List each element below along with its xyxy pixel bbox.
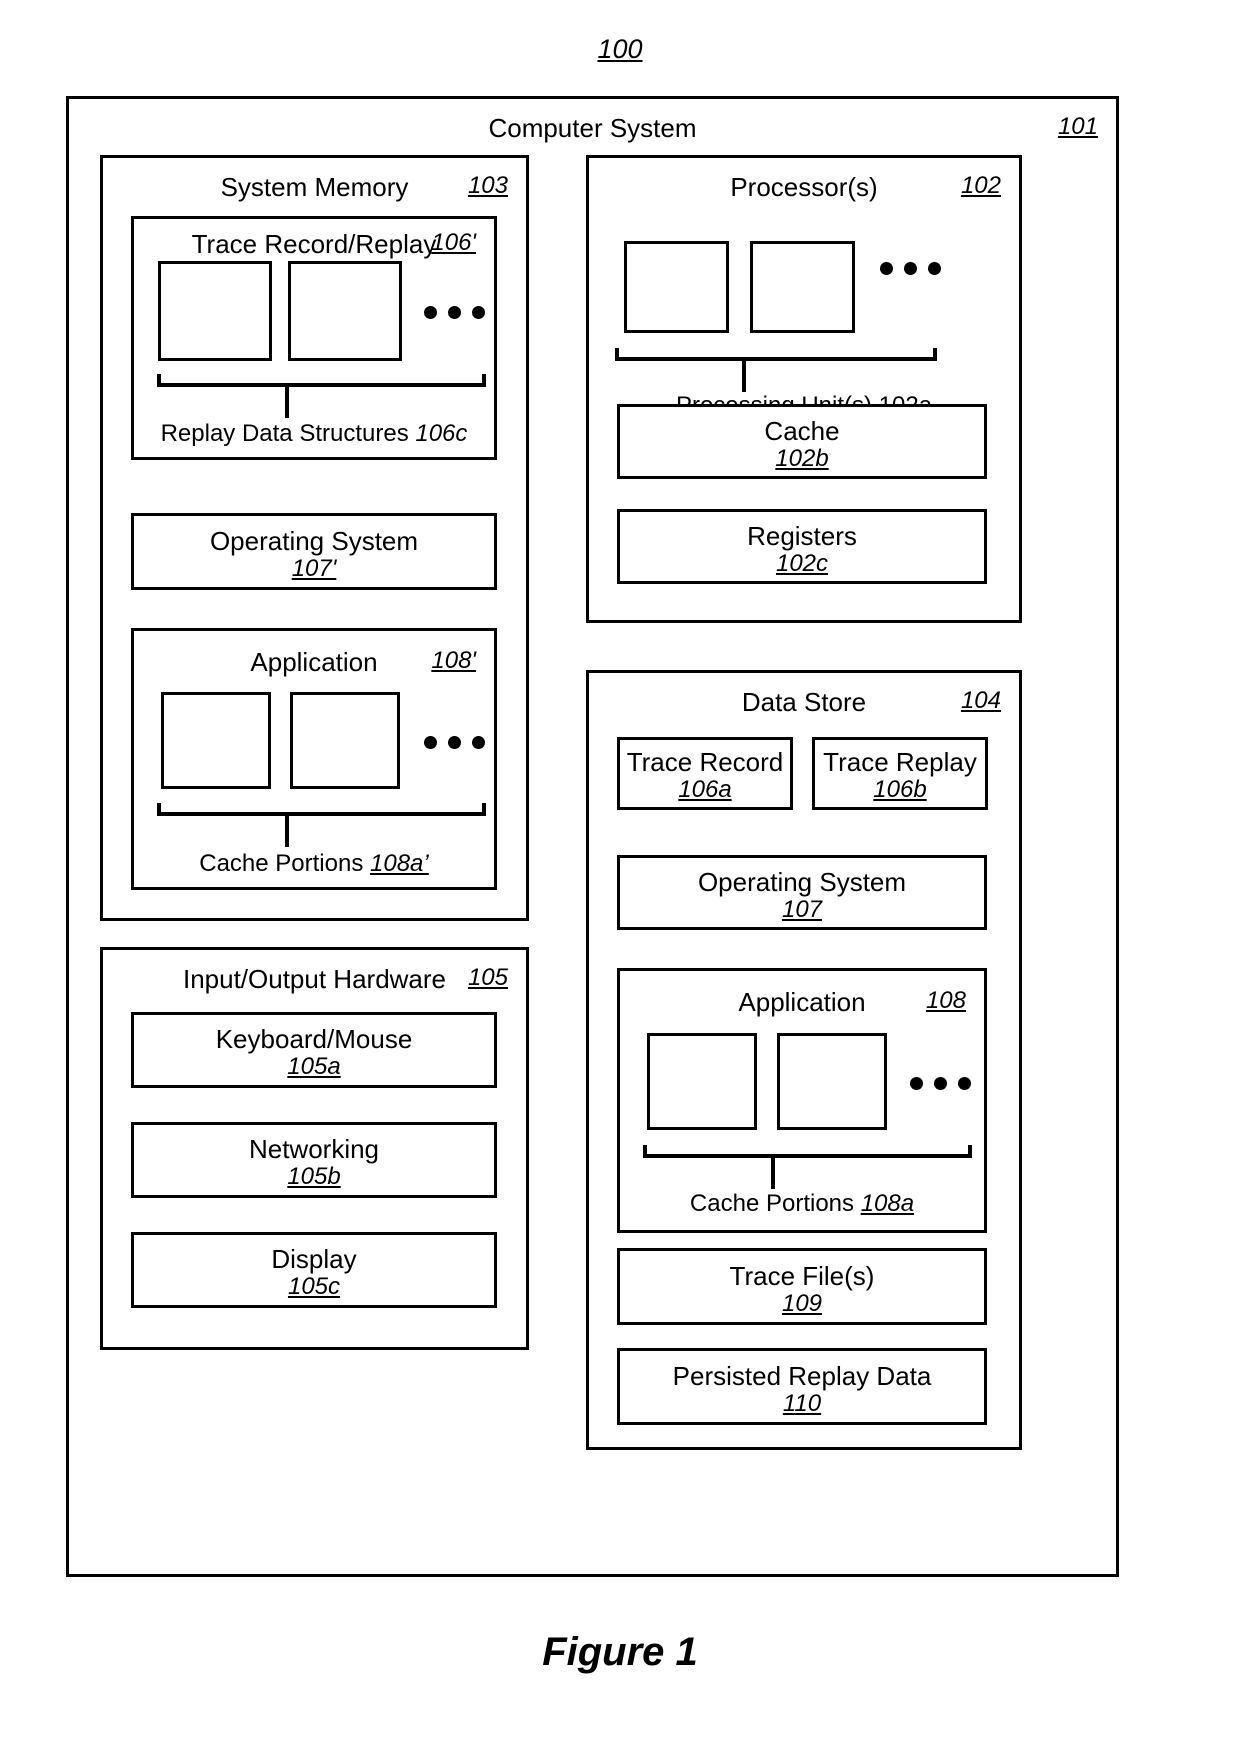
system-memory-application-unit-2 xyxy=(290,692,400,789)
processors-ellipsis-icon xyxy=(880,262,941,275)
data-store-ref: 104 xyxy=(960,687,1001,714)
system-memory-operating-system-ref: 107' xyxy=(291,555,337,583)
data-store-application-ref: 108 xyxy=(925,987,966,1014)
trace-record-replay-ref: 106' xyxy=(431,229,476,256)
data-store-cache-portions-text: Cache Portions xyxy=(689,1190,861,1217)
processing-unit-1 xyxy=(624,241,729,333)
io-hardware-header: Input/Output Hardware 105 xyxy=(103,964,526,995)
replay-data-structures-ref: 106c xyxy=(415,420,468,447)
system-memory-application-ellipsis-icon xyxy=(424,736,485,749)
system-memory-application-title: Application xyxy=(250,647,378,677)
computer-system-title: Computer System xyxy=(488,113,697,143)
processors-ref: 102 xyxy=(960,172,1001,199)
trace-record-replay-header: Trace Record/Replay 106' xyxy=(134,229,494,260)
data-store-application-header: Application 108 xyxy=(620,987,984,1018)
io-hardware-title: Input/Output Hardware xyxy=(182,964,447,994)
data-store-application-unit-1 xyxy=(647,1033,757,1130)
trace-record-box: Trace Record 106a xyxy=(617,737,793,810)
processing-units-bracket xyxy=(615,348,937,392)
cache-ref: 102b xyxy=(775,445,829,473)
persisted-replay-data-box: Persisted Replay Data 110 xyxy=(617,1348,987,1425)
trace-replay-title: Trace Replay xyxy=(823,747,977,777)
data-store-cache-portions-bracket xyxy=(643,1145,972,1189)
display-title: Display xyxy=(271,1244,357,1274)
data-store-operating-system-ref: 107 xyxy=(781,896,823,924)
trace-record-label: Trace Record 106a xyxy=(620,747,790,804)
data-store-application-unit-2 xyxy=(777,1033,887,1130)
display-ref: 105c xyxy=(287,1273,341,1301)
keyboard-mouse-ref: 105a xyxy=(287,1053,341,1081)
system-memory-title: System Memory xyxy=(220,172,409,202)
system-memory-application-header: Application 108' xyxy=(134,647,494,678)
data-store-operating-system-box: Operating System 107 xyxy=(617,855,987,930)
data-store-application-ellipsis-icon xyxy=(910,1077,971,1090)
persisted-replay-data-ref: 110 xyxy=(782,1390,822,1418)
computer-system-header: Computer System 101 xyxy=(69,113,1116,144)
data-store-operating-system-label: Operating System 107 xyxy=(620,867,984,924)
cache-label: Cache 102b xyxy=(620,416,984,473)
trace-record-replay-ellipsis-icon xyxy=(424,306,485,319)
persisted-replay-data-title: Persisted Replay Data xyxy=(672,1361,932,1391)
keyboard-mouse-box: Keyboard/Mouse 105a xyxy=(131,1012,497,1088)
trace-files-box: Trace File(s) 109 xyxy=(617,1248,987,1325)
data-store-cache-portions-ref: 108a xyxy=(860,1190,915,1217)
system-memory-header: System Memory 103 xyxy=(103,172,526,203)
trace-files-title: Trace File(s) xyxy=(729,1261,875,1291)
system-memory-cache-portions-label: Cache Portions 108a’ xyxy=(131,850,497,878)
networking-ref: 105b xyxy=(287,1163,341,1191)
registers-ref: 102c xyxy=(775,550,829,578)
figure-caption: Figure 1 xyxy=(542,1630,698,1674)
replay-data-structures-text: Replay Data Structures xyxy=(160,420,416,447)
keyboard-mouse-label: Keyboard/Mouse 105a xyxy=(134,1024,494,1081)
system-memory-cache-portions-bracket xyxy=(157,803,486,847)
persisted-replay-data-label: Persisted Replay Data 110 xyxy=(620,1361,984,1418)
data-store-header: Data Store 104 xyxy=(589,687,1019,718)
processors-title: Processor(s) xyxy=(730,172,878,202)
computer-system-ref: 101 xyxy=(1057,113,1098,140)
data-store-application-title: Application xyxy=(738,987,866,1017)
system-memory-operating-system-label: Operating System 107' xyxy=(134,526,494,583)
registers-box: Registers 102c xyxy=(617,509,987,584)
figure-number-top: 100 xyxy=(597,34,643,64)
trace-replay-box: Trace Replay 106b xyxy=(812,737,988,810)
trace-replay-ref: 106b xyxy=(873,776,927,804)
networking-label: Networking 105b xyxy=(134,1134,494,1191)
data-store-title: Data Store xyxy=(741,687,867,717)
trace-replay-label: Trace Replay 106b xyxy=(815,747,985,804)
system-memory-application-ref: 108' xyxy=(431,647,476,674)
replay-data-structures-label: Replay Data Structures 106c xyxy=(131,420,497,448)
trace-record-replay-unit-2 xyxy=(288,261,402,361)
system-memory-operating-system-box: Operating System 107' xyxy=(131,513,497,590)
registers-label: Registers 102c xyxy=(620,521,984,578)
display-box: Display 105c xyxy=(131,1232,497,1308)
trace-files-label: Trace File(s) 109 xyxy=(620,1261,984,1318)
trace-record-title: Trace Record xyxy=(626,747,784,777)
networking-box: Networking 105b xyxy=(131,1122,497,1198)
io-hardware-ref: 105 xyxy=(467,964,508,991)
cache-box: Cache 102b xyxy=(617,404,987,479)
system-memory-ref: 103 xyxy=(467,172,508,199)
system-memory-operating-system-title: Operating System xyxy=(209,526,419,556)
keyboard-mouse-title: Keyboard/Mouse xyxy=(215,1024,413,1054)
networking-title: Networking xyxy=(248,1134,380,1164)
system-memory-application-unit-1 xyxy=(161,692,271,789)
processing-unit-2 xyxy=(750,241,855,333)
trace-files-ref: 109 xyxy=(781,1290,823,1318)
processors-header: Processor(s) 102 xyxy=(589,172,1019,203)
system-memory-cache-portions-text: Cache Portions xyxy=(199,850,371,877)
data-store-cache-portions-label: Cache Portions 108a xyxy=(617,1190,987,1218)
data-store-operating-system-title: Operating System xyxy=(697,867,907,897)
trace-record-ref: 106a xyxy=(678,776,732,804)
replay-data-structures-bracket xyxy=(157,374,486,418)
registers-title: Registers xyxy=(747,521,857,551)
trace-record-replay-unit-1 xyxy=(158,261,272,361)
trace-record-replay-title: Trace Record/Replay xyxy=(191,229,437,259)
system-memory-cache-portions-ref: 108a’ xyxy=(370,850,429,877)
cache-title: Cache xyxy=(764,416,840,446)
display-label: Display 105c xyxy=(134,1244,494,1301)
